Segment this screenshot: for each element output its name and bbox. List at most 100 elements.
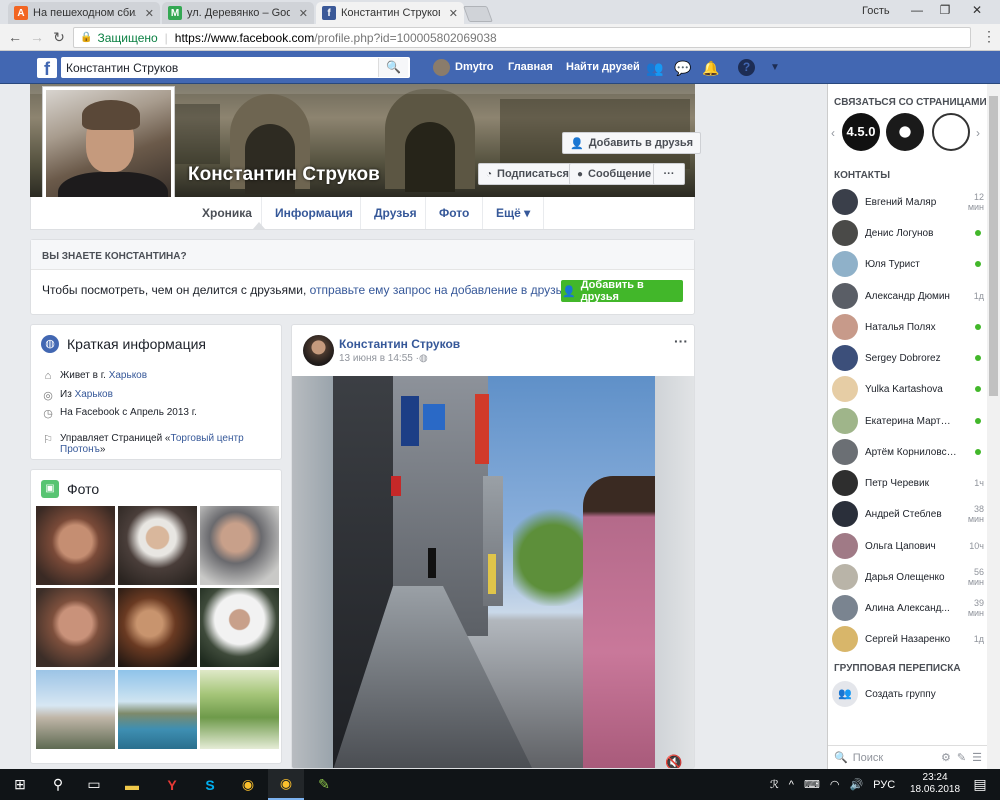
close-tab-icon[interactable]: ✕	[449, 7, 458, 20]
contact-item[interactable]: Артём Корниловский	[832, 437, 984, 467]
contact-item[interactable]: Андрей Стеблев 38 мин	[832, 499, 984, 529]
chevron-down-icon[interactable]: ▼	[766, 59, 784, 77]
post-options-icon[interactable]: ···	[674, 333, 688, 349]
friend-request-link[interactable]: отправьте ему запрос на добавление в дру…	[310, 283, 569, 297]
close-tab-icon[interactable]: ✕	[299, 7, 308, 20]
chevron-right-icon[interactable]: ›	[976, 126, 980, 140]
reload-icon[interactable]: ↻	[50, 28, 68, 46]
find-friends-link[interactable]: Найти друзей	[566, 51, 640, 84]
photo-thumb[interactable]	[36, 670, 115, 749]
profile-link[interactable]: Dmytro	[455, 51, 494, 84]
page-badge[interactable]	[886, 113, 924, 151]
help-icon[interactable]: ?	[738, 59, 755, 76]
contact-item[interactable]: Сергей Назаренко 1д	[832, 624, 984, 654]
facebook-logo-icon[interactable]: f	[37, 58, 57, 79]
lives-city-link[interactable]: Харьков	[109, 370, 147, 381]
tab-friends[interactable]: Друзья	[360, 197, 430, 229]
keyboard-icon[interactable]: ⌨	[804, 778, 820, 791]
page-badge[interactable]: 4.5.0	[842, 113, 880, 151]
page-badge[interactable]	[932, 113, 970, 151]
tray-up-icon[interactable]: ^	[789, 779, 794, 791]
from-city-link[interactable]: Харьков	[75, 389, 113, 400]
file-explorer-icon[interactable]: ▬	[114, 769, 150, 800]
compose-icon[interactable]: ✎	[957, 751, 966, 764]
photo-thumb[interactable]	[200, 506, 279, 585]
browser-tab-3[interactable]: f Константин Струков ✕	[316, 2, 464, 24]
notifications-icon[interactable]: ▤	[962, 769, 998, 800]
profile-name[interactable]: Константин Струков	[188, 164, 380, 186]
photo-thumb[interactable]	[118, 506, 197, 585]
notifications-bell-icon[interactable]: 🔔	[702, 59, 720, 77]
forward-arrow-icon[interactable]: →	[28, 28, 46, 46]
facebook-search-input[interactable]	[61, 57, 410, 78]
wifi-icon[interactable]: ◠	[830, 778, 840, 791]
skype-icon[interactable]: S	[192, 769, 228, 800]
photo-thumb[interactable]	[36, 506, 115, 585]
messenger-icon[interactable]: 💬	[674, 59, 692, 77]
home-link[interactable]: Главная	[508, 51, 553, 84]
browser-menu-icon[interactable]: ⋮	[982, 28, 996, 45]
task-view-icon[interactable]: ▭	[76, 769, 112, 800]
contact-item[interactable]: Александр Дюмин 1д	[832, 281, 984, 311]
new-tab-button[interactable]	[463, 6, 493, 22]
chrome-active-icon[interactable]: ◉	[268, 769, 304, 800]
contacts-list-icon[interactable]: ☰	[972, 751, 982, 764]
contact-item[interactable]: Денис Логунов	[832, 218, 984, 248]
photo-thumb[interactable]	[118, 670, 197, 749]
search-icon[interactable]: ⚲	[40, 769, 76, 800]
back-arrow-icon[interactable]: ←	[6, 28, 24, 46]
tab-more[interactable]: Ещё ▾	[482, 197, 543, 229]
more-options-button[interactable]: ···	[653, 163, 685, 185]
contact-item[interactable]: Алина Александ... 39 мин	[832, 593, 984, 623]
contact-item[interactable]: Петр Черевик 1ч	[832, 468, 984, 498]
photo-thumb[interactable]	[200, 670, 279, 749]
post-video[interactable]: 🔇	[292, 376, 694, 768]
tab-about[interactable]: Информация	[261, 197, 366, 229]
page-scrollbar[interactable]	[987, 84, 1000, 769]
photo-thumb[interactable]	[200, 588, 279, 667]
windows-start-icon[interactable]: ⊞	[2, 769, 38, 800]
contact-item[interactable]: Наталья Полях	[832, 312, 984, 342]
avatar[interactable]	[433, 59, 450, 76]
yandex-browser-icon[interactable]: Y	[154, 769, 190, 800]
url-field[interactable]: 🔒 Защищено | https://www.facebook.com /p…	[73, 27, 971, 48]
language-indicator[interactable]: РУС	[873, 779, 895, 791]
restore-icon[interactable]: ❐	[932, 3, 958, 21]
photo-thumb[interactable]	[118, 588, 197, 667]
avatar[interactable]	[303, 335, 334, 366]
post-author-link[interactable]: Константин Струков	[339, 337, 460, 351]
clock[interactable]: 23:24 18.06.2018	[910, 772, 960, 796]
chevron-left-icon[interactable]: ‹	[831, 126, 835, 140]
contact-item[interactable]: Ольга Цапович 10ч	[832, 531, 984, 561]
user-icon[interactable]: ℛ	[770, 778, 779, 791]
contact-item[interactable]: Yulka Kartashova	[832, 374, 984, 404]
browser-tab-1[interactable]: A На пешеходном сбила м ✕	[8, 2, 160, 24]
post-date[interactable]: 13 июня в 14:55 ·◍	[339, 353, 428, 364]
chat-search-input[interactable]: 🔍 Поиск ⚙ ✎ ☰	[828, 745, 988, 769]
friend-requests-icon[interactable]: 👥	[646, 59, 664, 77]
contact-item[interactable]: Юля Турист	[832, 249, 984, 279]
guest-profile-label[interactable]: Гость	[862, 5, 890, 17]
gear-icon[interactable]: ⚙	[941, 751, 951, 764]
contact-item[interactable]: Екатерина Мартынова	[832, 406, 984, 436]
browser-tab-2[interactable]: M ул. Деревянко – Google ✕	[162, 2, 314, 24]
contact-item[interactable]: Дарья Олещенко 56 мин	[832, 562, 984, 592]
message-button[interactable]: ● Сообщение	[569, 163, 660, 185]
contact-item[interactable]: Евгений Маляр 12 мин	[832, 187, 984, 217]
close-tab-icon[interactable]: ✕	[145, 7, 154, 20]
minimize-icon[interactable]: —	[904, 3, 930, 21]
subscribe-button[interactable]: ◔ Подписаться	[478, 163, 577, 185]
chrome-icon[interactable]: ◉	[230, 769, 266, 800]
app-icon[interactable]: ✎	[306, 769, 342, 800]
photo-thumb[interactable]	[36, 588, 115, 667]
mute-icon[interactable]: 🔇	[665, 754, 682, 768]
tab-photos[interactable]: Фото	[425, 197, 482, 229]
volume-icon[interactable]: 🔊	[849, 778, 863, 791]
create-group-button[interactable]: 👥 Создать группу	[832, 681, 936, 707]
add-friend-green-button[interactable]: 👤 Добавить в друзья	[561, 279, 683, 303]
close-window-icon[interactable]: ✕	[964, 3, 990, 21]
scrollbar-thumb[interactable]	[989, 96, 998, 396]
search-icon[interactable]: 🔍	[378, 58, 408, 77]
contact-item[interactable]: Sergey Dobrorez	[832, 343, 984, 373]
add-friend-button[interactable]: 👤 Добавить в друзья	[562, 132, 702, 154]
